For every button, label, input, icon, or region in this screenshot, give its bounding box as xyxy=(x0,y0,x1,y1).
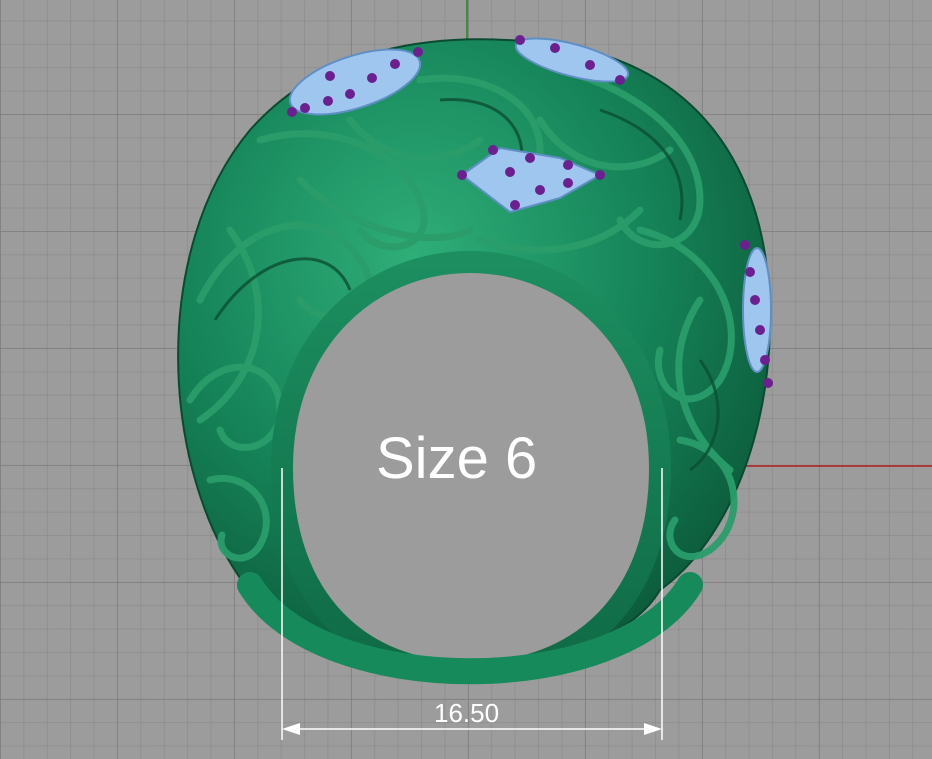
dimension-value: 16.50 xyxy=(434,698,500,728)
ring-model-view xyxy=(177,0,932,740)
ring-body xyxy=(177,38,772,685)
ring-size-label: Size 6 xyxy=(376,426,538,491)
cad-viewport[interactable]: Size 6 16.50 xyxy=(0,0,932,759)
